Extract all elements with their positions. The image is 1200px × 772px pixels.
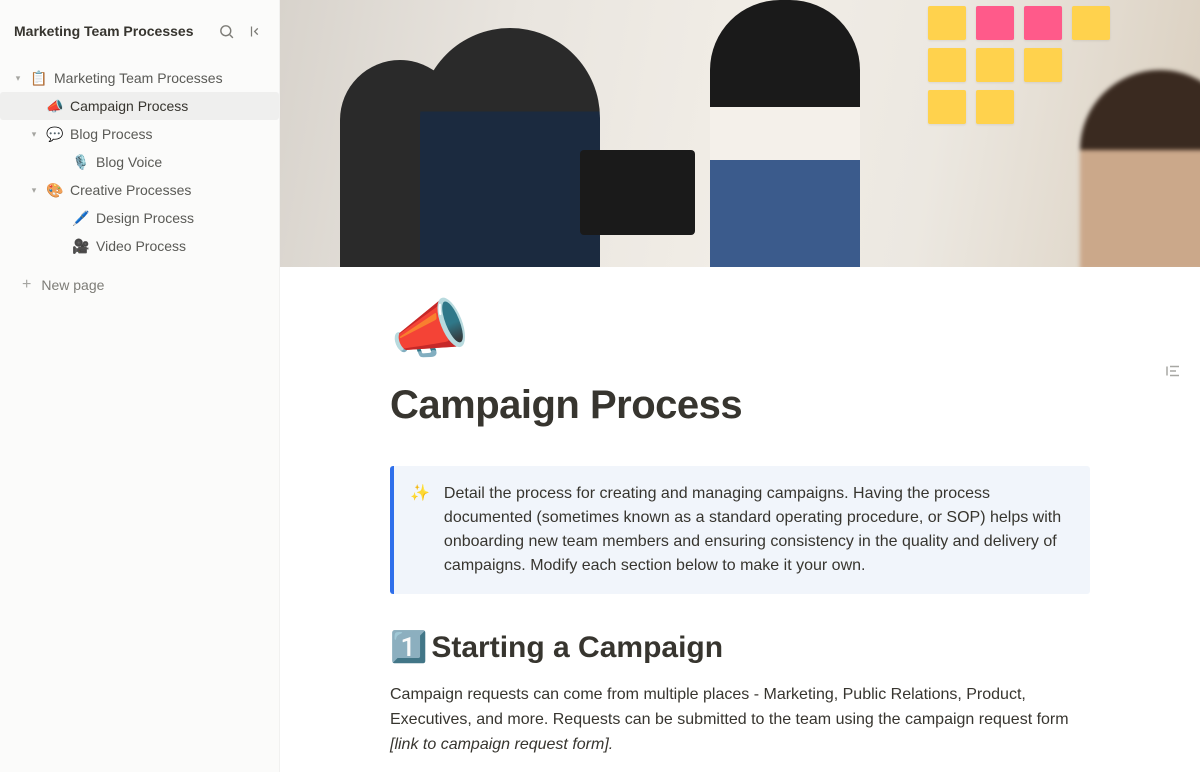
sidebar-item-blog-process[interactable]: ▾ 💬 Blog Process — [0, 120, 279, 148]
new-page-label: New page — [41, 277, 104, 293]
sidebar-item-design-process[interactable]: 🖊️ Design Process — [0, 204, 279, 232]
chevron-down-icon[interactable]: ▾ — [28, 185, 40, 196]
sidebar-item-label: Blog Process — [70, 126, 269, 142]
sidebar-item-marketing-team-processes[interactable]: ▾ 📋 Marketing Team Processes — [0, 64, 279, 92]
sidebar-item-label: Campaign Process — [70, 98, 269, 114]
chevron-down-icon[interactable]: ▾ — [28, 129, 40, 140]
sidebar-item-video-process[interactable]: 🎥 Video Process — [0, 232, 279, 260]
sidebar-header: Marketing Team Processes — [0, 0, 279, 54]
page-body: 📣 Campaign Process ✨ Detail the process … — [390, 297, 1090, 772]
page-title[interactable]: Campaign Process — [390, 383, 1090, 428]
keycap-one-icon: 1️⃣ — [390, 630, 427, 665]
new-page-button[interactable]: + New page — [0, 268, 279, 302]
sidebar-actions — [217, 22, 265, 40]
sidebar-item-creative-processes[interactable]: ▾ 🎨 Creative Processes — [0, 176, 279, 204]
palette-icon: 🎨 — [46, 182, 64, 199]
section-heading-starting[interactable]: 1️⃣ Starting a Campaign — [390, 630, 1090, 665]
sidebar-item-label: Design Process — [96, 210, 269, 226]
sparkles-icon: ✨ — [410, 482, 430, 578]
callout-text: Detail the process for creating and mana… — [444, 482, 1072, 578]
microphone-icon: 🎙️ — [72, 154, 90, 171]
section-heading-text: Starting a Campaign — [431, 631, 723, 665]
sidebar: Marketing Team Processes ▾ 📋 Marketing T… — [0, 0, 280, 772]
megaphone-icon: 📣 — [46, 98, 64, 115]
clipboard-icon: 📋 — [30, 70, 48, 87]
cover-image[interactable] — [280, 0, 1200, 267]
speech-bubble-icon: 💬 — [46, 126, 64, 143]
sidebar-nav: ▾ 📋 Marketing Team Processes 📣 Campaign … — [0, 54, 279, 302]
placeholder-link-text: [link to campaign request form]. — [390, 736, 613, 753]
paragraph-text: Campaign requests can come from multiple… — [390, 686, 1069, 728]
sidebar-item-label: Video Process — [96, 238, 269, 254]
outline-toggle-icon[interactable] — [1164, 362, 1182, 385]
pen-icon: 🖊️ — [72, 210, 90, 227]
section-body[interactable]: Campaign requests can come from multiple… — [390, 683, 1090, 757]
main-content: 📣 Campaign Process ✨ Detail the process … — [280, 0, 1200, 772]
collapse-sidebar-icon[interactable] — [247, 22, 265, 40]
plus-icon: + — [22, 276, 31, 294]
sidebar-item-label: Marketing Team Processes — [54, 70, 269, 86]
search-icon[interactable] — [217, 22, 235, 40]
chevron-down-icon[interactable]: ▾ — [12, 73, 24, 84]
sidebar-item-label: Creative Processes — [70, 182, 269, 198]
sidebar-item-label: Blog Voice — [96, 154, 269, 170]
page-icon[interactable]: 📣 — [390, 297, 1090, 361]
workspace-title[interactable]: Marketing Team Processes — [14, 23, 194, 39]
callout-block[interactable]: ✨ Detail the process for creating and ma… — [390, 466, 1090, 594]
sidebar-item-campaign-process[interactable]: 📣 Campaign Process — [0, 92, 279, 120]
sidebar-item-blog-voice[interactable]: 🎙️ Blog Voice — [0, 148, 279, 176]
camera-icon: 🎥 — [72, 238, 90, 255]
